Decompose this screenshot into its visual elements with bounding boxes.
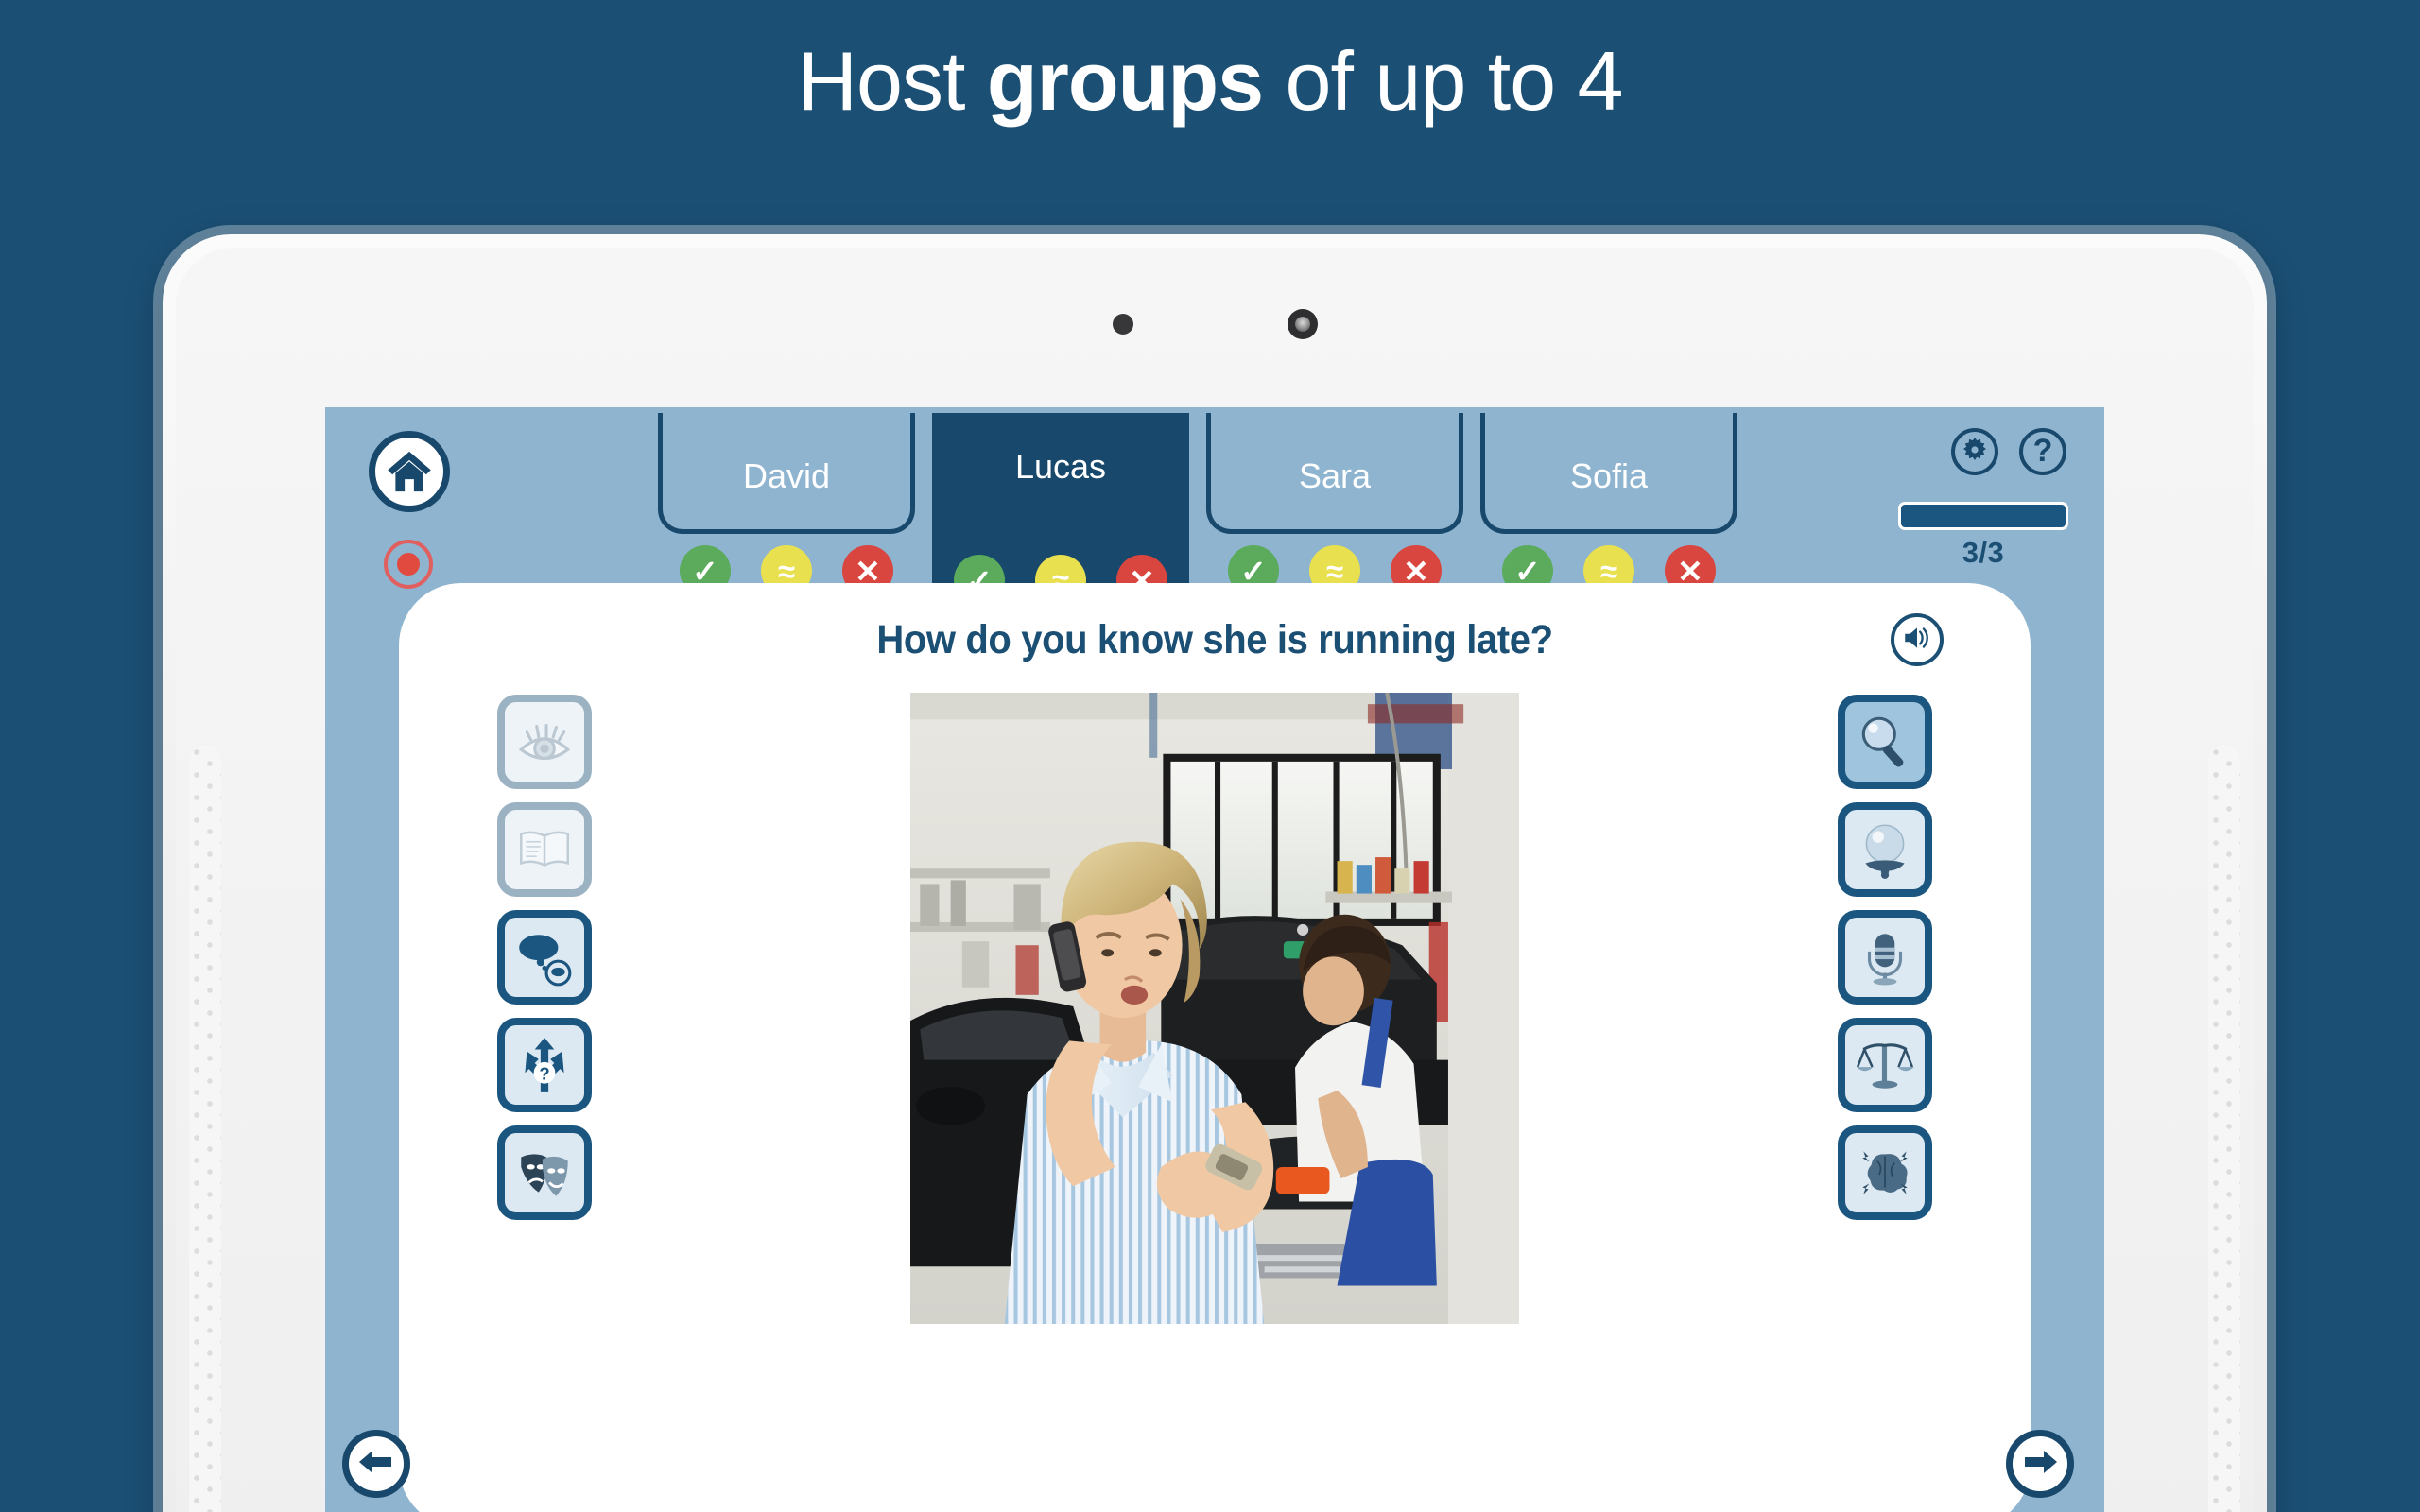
tab-david[interactable]: David [658, 413, 915, 534]
arrows-question-icon: ? [513, 1034, 576, 1096]
app-screen: David ✓ ≈ ✕ Lucas ✓ ≈ ✕ Sara ✓ ≈ ✕ Sofia… [325, 407, 2104, 1512]
tab-label: Lucas [1014, 447, 1107, 486]
progress-indicator: 3/3 [1898, 502, 2068, 570]
thought-tool-button[interactable] [497, 910, 592, 1005]
options-tool-button[interactable]: ? [497, 1018, 592, 1112]
magnifier-tool-button[interactable] [1838, 695, 1932, 789]
crystal-ball-tool-button[interactable] [1838, 802, 1932, 897]
drama-tool-button[interactable] [497, 1125, 592, 1220]
right-tool-column [1838, 695, 1932, 1220]
brain-tool-button[interactable] [1838, 1125, 1932, 1220]
play-audio-button[interactable] [1891, 613, 1944, 666]
progress-bar-track [1898, 502, 2068, 530]
arrow-right-icon [2019, 1441, 2061, 1487]
arrow-left-icon [355, 1441, 397, 1487]
magnifier-icon [1854, 711, 1916, 773]
help-icon: ? [2032, 432, 2053, 469]
dictionary-tool-button[interactable] [497, 802, 592, 897]
record-button[interactable] [384, 540, 433, 589]
home-icon [385, 447, 434, 496]
tab-sofia[interactable]: Sofia [1480, 413, 1737, 534]
help-button[interactable]: ? [2019, 428, 2066, 475]
left-tool-column: ? [497, 695, 592, 1220]
speaker-icon [1901, 622, 1933, 659]
settings-button[interactable] [1951, 428, 1998, 475]
page-headline: Host groups of up to 4 [0, 37, 2420, 125]
headline-part-2: of up to 4 [1263, 34, 1624, 128]
svg-text:?: ? [539, 1063, 549, 1083]
home-button[interactable] [369, 431, 450, 512]
microphone-icon [1854, 926, 1916, 988]
theater-masks-icon [513, 1142, 576, 1204]
tab-label: David [742, 455, 831, 495]
tab-label: Sara [1298, 455, 1372, 495]
speaker-grille-right [2208, 745, 2240, 1512]
progress-label: 3/3 [1962, 536, 2005, 569]
question-text: How do you know she is running late? [876, 617, 1553, 662]
previous-button[interactable] [342, 1430, 410, 1498]
front-camera-icon [1288, 309, 1318, 339]
brain-icon [1854, 1142, 1916, 1204]
next-button[interactable] [2006, 1430, 2074, 1498]
app-topbar: David ✓ ≈ ✕ Lucas ✓ ≈ ✕ Sara ✓ ≈ ✕ Sofia… [325, 407, 2104, 635]
dictionary-book-icon [513, 818, 576, 881]
exercise-card: How do you know she is running late? ? [399, 583, 2031, 1512]
scales-icon [1854, 1034, 1916, 1096]
eye-tool-button[interactable] [497, 695, 592, 789]
scales-tool-button[interactable] [1838, 1018, 1932, 1112]
microphone-tool-button[interactable] [1838, 910, 1932, 1005]
headline-bold-word: groups [986, 34, 1264, 128]
gear-icon [1960, 435, 1990, 470]
sensor-dot-icon [1113, 314, 1133, 335]
tab-sara[interactable]: Sara [1206, 413, 1463, 534]
progress-bar-fill [1901, 505, 2066, 527]
eye-icon [513, 711, 576, 773]
headline-part-1: Host [797, 34, 987, 128]
speaker-grille-left [189, 745, 221, 1512]
stimulus-photo [910, 693, 1519, 1324]
crystal-ball-icon [1854, 818, 1916, 881]
tab-label: Sofia [1569, 455, 1649, 495]
thought-bubble-icon [513, 926, 576, 988]
